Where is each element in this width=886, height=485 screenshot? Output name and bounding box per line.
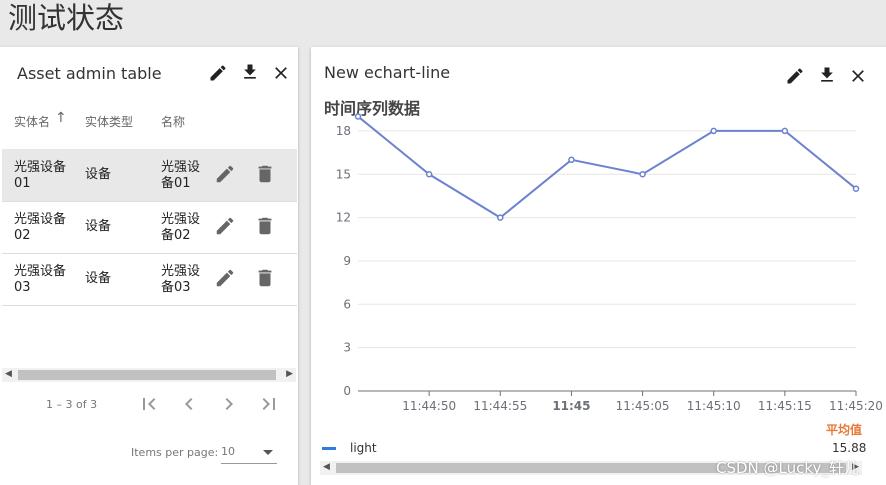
x-tick-label: 11:44:55 [473,399,527,413]
x-tick-label: 11:45:10 [687,399,741,413]
y-tick-label: 9 [343,254,351,268]
x-tick-label: 11:45:15 [758,399,812,413]
next-page-icon[interactable] [217,392,241,416]
chevron-down-icon [263,450,273,455]
cell-entity-name: 光强设备 02 [14,212,67,243]
delete-icon[interactable] [254,267,276,289]
column-header-name[interactable]: 名称 [161,113,185,130]
column-header-entity-type[interactable]: 实体类型 [85,113,133,130]
data-point [781,127,789,135]
data-point [568,156,575,164]
series-line-light [357,115,857,219]
scroll-left-icon[interactable]: ◀ [5,369,12,379]
table-row[interactable]: 光强设备 03 设备 光强设 备03 [2,253,297,306]
line-chart-card: New echart-line 时间序列数据 0 3 6 9 12 15 18 11:44:5… [311,47,886,485]
table-row[interactable]: 光强设备 01 设备 光强设 备01 [2,149,297,202]
watermark: CSDN @Lucky_轩儿 [716,459,859,477]
cell-entity-type: 设备 [85,167,112,182]
download-icon[interactable] [240,62,260,82]
scroll-right-icon[interactable]: ▶ [286,369,293,379]
cell-entity-name: 光强设备 03 [14,264,67,295]
legend-average-value: 15.88 [832,441,867,455]
legend-swatch [322,447,336,450]
y-tick-label: 12 [336,211,351,225]
legend-series-name[interactable]: light [350,441,377,455]
column-header-entity-name[interactable]: 实体名 [14,113,50,130]
data-point [497,214,504,221]
page-title: 测试状态 [8,1,125,35]
cell-name: 光强设 备02 [161,212,201,243]
cell-entity-type: 设备 [85,219,112,234]
asset-table-card: Asset admin table 实体名 ↑ 实体类型 名称 光强设备 01 设备… [0,47,298,485]
scrollbar-thumb[interactable] [18,370,276,380]
y-tick-label: 6 [343,297,351,311]
average-label: 平均值 [826,423,863,437]
x-tick-label: 11:45:05 [616,399,670,413]
items-per-page-value: 10 [221,445,235,458]
edit-icon[interactable] [214,163,236,185]
cell-entity-name: 光强设备 01 [14,160,67,191]
first-page-icon[interactable] [137,392,161,416]
y-tick-label: 3 [343,341,351,355]
table-horizontal-scrollbar[interactable]: ◀ ▶ [2,368,296,382]
prev-page-icon[interactable] [177,392,201,416]
edit-icon[interactable] [208,63,228,83]
data-point [852,185,860,192]
delete-icon[interactable] [254,163,276,185]
cell-name: 光强设 备03 [161,264,201,295]
cell-entity-type: 设备 [85,271,112,286]
x-tick-label: 11:44:50 [402,399,456,413]
data-point [639,171,646,178]
data-point [710,127,717,135]
items-per-page-select[interactable]: 10 [221,443,277,464]
edit-icon[interactable] [214,267,236,289]
cell-name: 光强设 备01 [161,160,201,191]
items-per-page-label: Items per page: [131,446,219,459]
delete-icon[interactable] [254,215,276,237]
sort-arrow-up-icon[interactable]: ↑ [55,110,67,126]
y-tick-label: 18 [336,124,351,138]
last-page-icon[interactable] [257,392,281,416]
data-point [425,171,433,178]
y-tick-label: 15 [336,167,351,181]
edit-icon[interactable] [214,215,236,237]
scroll-left-icon[interactable]: ◀ [323,462,330,472]
line-chart: 0 3 6 9 12 15 18 11:44:50 11:44:55 11:45 11:45:05 1… [336,113,883,413]
y-tick-label: 0 [343,384,351,398]
x-tick-label: 11:45 [552,399,590,413]
table-row[interactable]: 光强设备 02 设备 光强设 备02 [2,201,297,254]
x-tick-label: 11:45:20 [829,399,883,413]
asset-table-title: Asset admin table [17,64,162,83]
data-point [354,113,362,120]
pagination-range: 1 – 3 of 3 [46,398,98,411]
close-icon[interactable] [271,63,291,83]
